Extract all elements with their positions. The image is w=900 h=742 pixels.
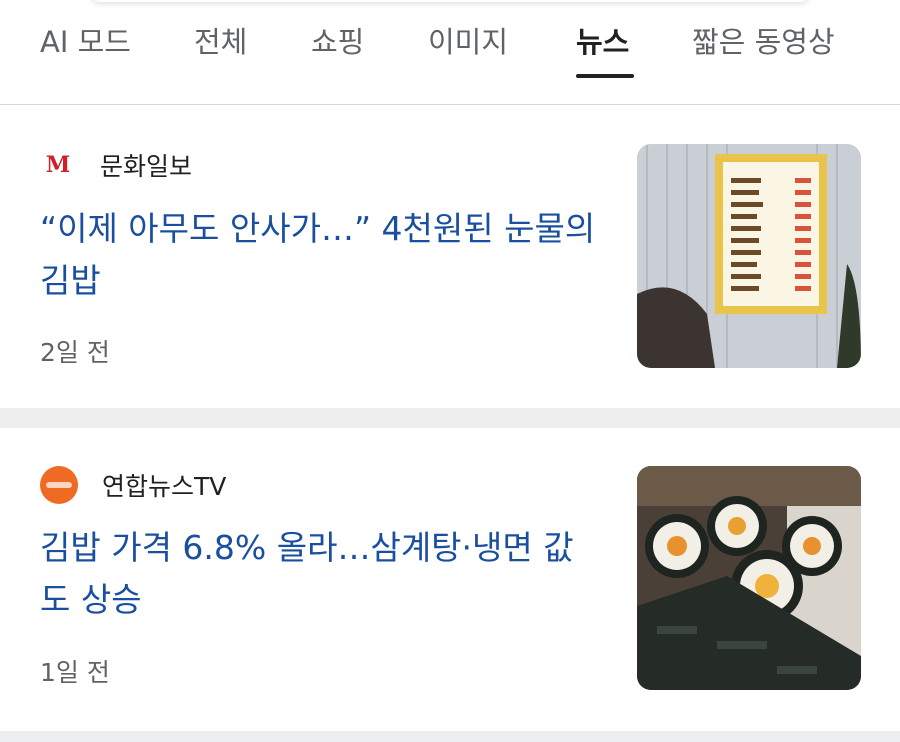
card-divider — [0, 731, 900, 742]
tab-short-videos[interactable]: 짧은 동영상 — [692, 22, 835, 62]
tab-all[interactable]: 전체 — [194, 22, 247, 62]
tab-images[interactable]: 이미지 — [428, 22, 508, 62]
search-tabs: AI 모드 전체 쇼핑 이미지 뉴스 짧은 동영상 — [0, 0, 900, 105]
tab-shopping[interactable]: 쇼핑 — [311, 22, 364, 62]
news-time: 2일 전 — [40, 338, 110, 367]
news-source: 연합뉴스TV — [40, 466, 226, 504]
news-thumbnail[interactable] — [637, 466, 861, 690]
tab-ai-mode[interactable]: AI 모드 — [40, 22, 131, 62]
source-name: 연합뉴스TV — [102, 472, 227, 501]
news-headline[interactable]: 김밥 가격 6.8% 올라…삼계탕·냉면 값도 상승 — [40, 522, 600, 626]
munhwa-logo-icon: M — [45, 152, 71, 178]
card-divider — [0, 408, 900, 428]
news-thumbnail[interactable] — [637, 144, 861, 368]
kimbap-menu-board-image — [637, 144, 861, 368]
tab-news[interactable]: 뉴스 — [576, 22, 629, 62]
news-headline[interactable]: “이제 아무도 안사가…” 4천원된 눈물의 김밥 — [40, 203, 600, 307]
news-time: 1일 전 — [40, 658, 110, 687]
kimbap-rolls-image — [637, 466, 861, 690]
news-card[interactable]: 연합뉴스TV 김밥 가격 6.8% 올라…삼계탕·냉면 값도 상승 1일 전 — [0, 428, 900, 731]
yonhap-tv-logo-icon — [40, 466, 78, 504]
active-tab-indicator — [576, 74, 634, 78]
news-card[interactable]: M 문화일보 “이제 아무도 안사가…” 4천원된 눈물의 김밥 2일 전 — [0, 105, 900, 408]
source-name: 문화일보 — [100, 152, 193, 181]
news-source: M 문화일보 — [40, 147, 192, 183]
